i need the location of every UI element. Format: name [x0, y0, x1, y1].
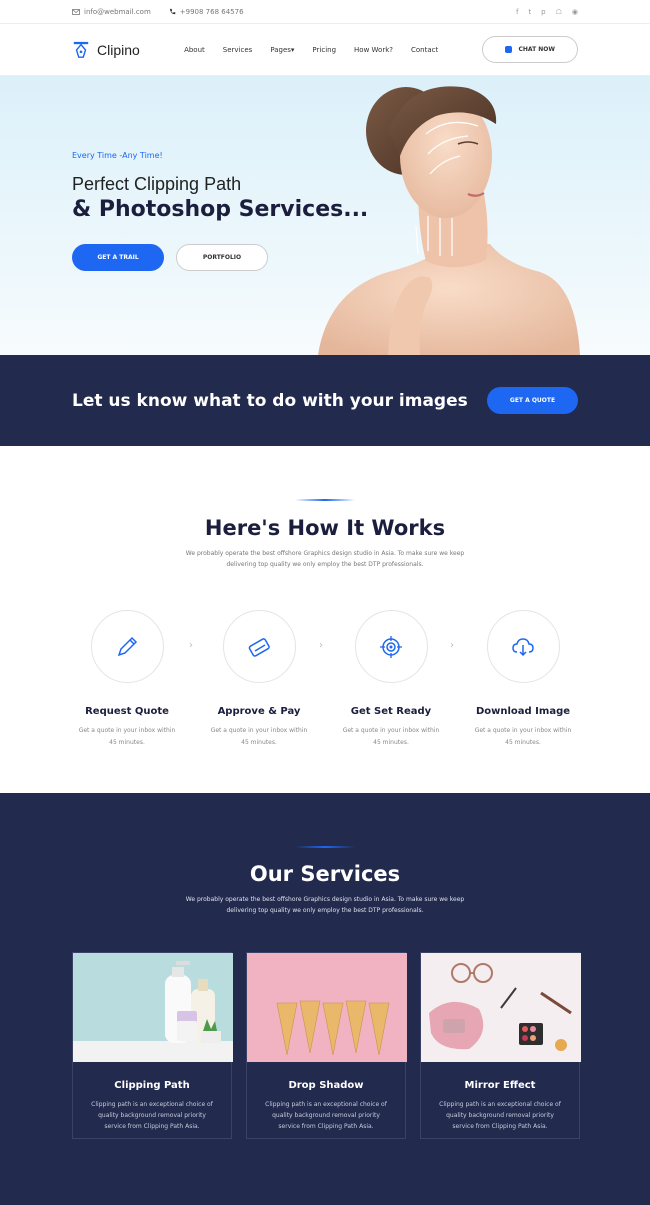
service-card-title: Drop Shadow [288, 1080, 364, 1091]
nav-item-pages-label: Pages [270, 45, 291, 54]
makeup-flatlay-image [421, 953, 581, 1062]
nav-item-contact[interactable]: Contact [411, 46, 438, 54]
get-a-quote-button[interactable]: GET A QUOTE [487, 387, 578, 414]
caret-down-icon: ▾ [290, 45, 295, 54]
hero-section: Every Time -Any Time! Perfect Clipping P… [0, 76, 650, 355]
step-title: Approve & Pay [217, 706, 301, 717]
step-description: Get a quote in your inbox within 45 minu… [474, 727, 572, 746]
step-description: Get a quote in your inbox within 45 minu… [342, 727, 440, 746]
hero-model-image [318, 86, 580, 355]
step-item: Request Quote Get a quote in your inbox … [72, 610, 182, 749]
step-item: Get Set Ready Get a quote in your inbox … [336, 610, 446, 749]
phone-icon [169, 8, 176, 15]
nav-item-pages[interactable]: Pages▾ [270, 46, 294, 54]
email-link[interactable]: info@webmail.com [72, 8, 151, 16]
chat-now-label: CHAT NOW [518, 46, 555, 53]
step-description: Get a quote in your inbox within 45 minu… [78, 727, 176, 746]
ice-cream-cones-image [247, 953, 407, 1062]
facebook-icon[interactable]: f [516, 8, 518, 16]
step-circle [90, 610, 164, 683]
credit-card-icon [248, 637, 270, 657]
cosmetic-bottles-image [73, 953, 233, 1062]
how-description: We probably operate the best offshore Gr… [185, 550, 465, 568]
service-card-title: Clipping Path [114, 1080, 190, 1091]
service-card-description: Clipping path is an exceptional choice o… [439, 1101, 561, 1130]
service-card-title: Mirror Effect [464, 1080, 536, 1091]
services-section: Our Services We probably operate the bes… [0, 793, 650, 1205]
how-it-works-section: Here's How It Works We probably operate … [0, 446, 650, 793]
nav-item-services[interactable]: Services [223, 46, 253, 54]
step-description: Get a quote in your inbox within 45 minu… [210, 727, 308, 746]
how-title: Here's How It Works [204, 516, 446, 540]
step-item: Download Image Get a quote in your inbox… [468, 610, 578, 749]
chevron-right-icon: › [319, 640, 323, 651]
chevron-right-icon: › [450, 640, 454, 651]
nav-menu: About Services Pages▾ Pricing How Work? … [184, 46, 438, 54]
cta-heading: Let us know what to do with your images [72, 390, 468, 411]
step-title: Get Set Ready [350, 706, 432, 717]
chat-now-button[interactable]: CHAT NOW [482, 36, 578, 63]
phone-link[interactable]: +9908 768 64576 [169, 8, 244, 16]
step-title: Request Quote [85, 706, 169, 717]
chat-icon [505, 46, 513, 53]
services-description: We probably operate the best offshore Gr… [185, 896, 465, 914]
step-title: Download Image [475, 706, 571, 717]
pen-tool-logo-icon [73, 41, 89, 58]
nav-item-pricing[interactable]: Pricing [312, 46, 336, 54]
main-navbar: Clipino About Services Pages▾ Pricing Ho… [0, 24, 650, 76]
pencil-icon [117, 636, 138, 656]
portfolio-button[interactable]: PORTFOLIO [176, 244, 268, 271]
get-a-trail-button[interactable]: GET A TRAIL [72, 244, 164, 271]
social-links: f t p ☖ ◉ [516, 8, 578, 16]
services-title: Our Services [249, 862, 401, 886]
service-card[interactable]: Clipping Path Clipping path is an except… [72, 952, 233, 1139]
email-text: info@webmail.com [84, 7, 151, 16]
steps-row: Request Quote Get a quote in your inbox … [0, 610, 650, 749]
nav-item-about[interactable]: About [184, 46, 205, 54]
chevron-right-icon: › [189, 640, 193, 651]
section-divider [295, 499, 355, 501]
service-card-description: Clipping path is an exceptional choice o… [91, 1101, 213, 1130]
service-card[interactable]: Drop Shadow Clipping path is an exceptio… [246, 952, 407, 1139]
phone-text: +9908 768 64576 [179, 7, 244, 16]
step-circle [222, 610, 296, 683]
snapchat-icon[interactable]: ☖ [556, 8, 562, 16]
contact-info: info@webmail.com +9908 768 64576 [72, 8, 244, 16]
step-circle [354, 610, 428, 683]
cta-band: Let us know what to do with your images … [0, 355, 650, 446]
pinterest-icon[interactable]: p [541, 8, 545, 16]
service-card-description: Clipping path is an exceptional choice o… [265, 1101, 387, 1130]
mail-icon [72, 8, 80, 15]
nav-item-how-work[interactable]: How Work? [354, 46, 393, 54]
cloud-download-icon [512, 637, 534, 656]
service-cards: Clipping Path Clipping path is an except… [0, 952, 650, 1139]
section-divider [295, 846, 355, 848]
service-card[interactable]: Mirror Effect Clipping path is an except… [420, 952, 581, 1139]
twitter-icon[interactable]: t [528, 8, 531, 16]
top-bar: info@webmail.com +9908 768 64576 f t p ☖… [0, 0, 650, 24]
dribbble-icon[interactable]: ◉ [572, 8, 578, 16]
step-item: Approve & Pay Get a quote in your inbox … [204, 610, 314, 749]
brand-name: Clipino [97, 41, 140, 58]
target-icon [380, 635, 402, 658]
logo[interactable]: Clipino [72, 41, 140, 59]
step-circle [486, 610, 560, 683]
